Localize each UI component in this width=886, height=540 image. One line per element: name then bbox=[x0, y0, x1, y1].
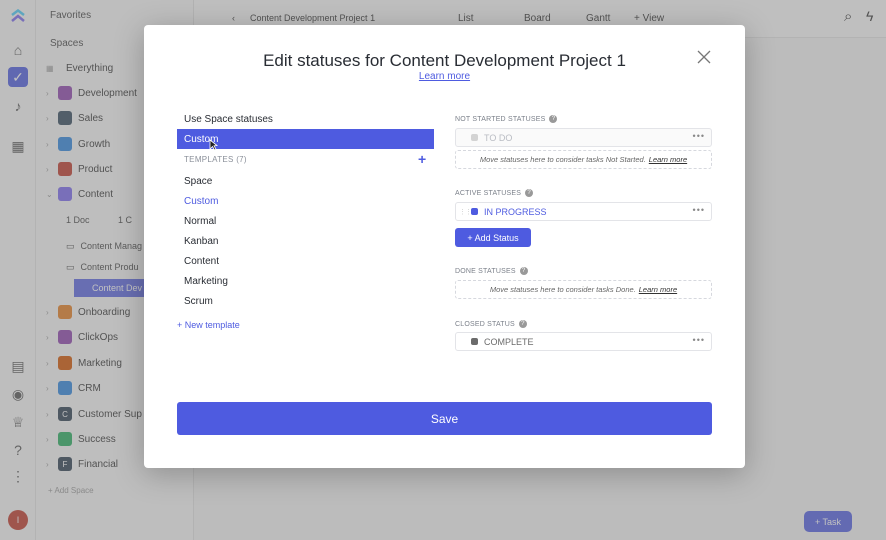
template-content[interactable]: Content bbox=[177, 251, 434, 271]
drop-zone-text: Move statuses here to consider tasks Don… bbox=[489, 285, 636, 294]
active-title-text: ACTIVE STATUSES bbox=[455, 189, 522, 197]
close-icon[interactable] bbox=[696, 49, 712, 65]
status-color-swatch[interactable] bbox=[471, 338, 478, 345]
done-section-title: DONE STATUSES ? bbox=[455, 267, 528, 275]
new-template-link[interactable]: + New template bbox=[177, 320, 240, 330]
help-icon[interactable]: ? bbox=[518, 320, 527, 328]
template-kanban[interactable]: Kanban bbox=[177, 231, 434, 251]
status-name[interactable]: TO DO bbox=[484, 133, 512, 143]
template-space[interactable]: Space bbox=[177, 171, 434, 191]
template-marketing[interactable]: Marketing bbox=[177, 271, 434, 291]
use-space-statuses-option[interactable]: Use Space statuses bbox=[177, 109, 434, 129]
template-normal[interactable]: Normal bbox=[177, 211, 434, 231]
add-template-icon[interactable]: + bbox=[418, 151, 426, 167]
help-icon[interactable]: ? bbox=[519, 267, 528, 275]
status-color-swatch[interactable] bbox=[471, 208, 478, 215]
modal-title: Edit statuses for Content Development Pr… bbox=[263, 51, 626, 70]
closed-title-text: CLOSED STATUS bbox=[455, 320, 515, 328]
template-custom[interactable]: Custom bbox=[177, 191, 434, 211]
status-name[interactable]: IN PROGRESS bbox=[484, 207, 547, 217]
learn-more-link[interactable]: Learn more bbox=[649, 155, 687, 164]
drop-zone-text: Move statuses here to consider tasks Not… bbox=[479, 155, 646, 164]
status-complete[interactable]: COMPLETE ••• bbox=[455, 332, 712, 351]
help-icon[interactable]: ? bbox=[549, 115, 558, 123]
active-section-title: ACTIVE STATUSES ? bbox=[455, 189, 534, 197]
done-drop-zone[interactable]: Move statuses here to consider tasks Don… bbox=[455, 280, 712, 299]
not-started-title-text: NOT STARTED STATUSES bbox=[455, 115, 546, 123]
edit-statuses-modal: Edit statuses for Content Development Pr… bbox=[144, 25, 745, 468]
templates-header: TEMPLATES (7) bbox=[184, 155, 247, 164]
status-color-swatch[interactable] bbox=[471, 134, 478, 141]
status-name[interactable]: COMPLETE bbox=[484, 337, 534, 347]
more-options-icon[interactable]: ••• bbox=[693, 131, 705, 141]
template-scrum[interactable]: Scrum bbox=[177, 291, 434, 311]
learn-more-link[interactable]: Learn more bbox=[639, 285, 677, 294]
help-icon[interactable]: ? bbox=[525, 189, 534, 197]
more-options-icon[interactable]: ••• bbox=[693, 335, 705, 345]
status-in-progress[interactable]: ⋮⋮ IN PROGRESS ••• bbox=[455, 202, 712, 221]
save-button[interactable]: Save bbox=[177, 402, 712, 435]
more-options-icon[interactable]: ••• bbox=[693, 205, 705, 215]
closed-section-title: CLOSED STATUS ? bbox=[455, 320, 527, 328]
done-title-text: DONE STATUSES bbox=[455, 267, 516, 275]
not-started-section-title: NOT STARTED STATUSES ? bbox=[455, 115, 558, 123]
drag-handle-icon[interactable]: ⋮⋮ bbox=[459, 208, 472, 216]
learn-more-link[interactable]: Learn more bbox=[144, 71, 745, 82]
not-started-drop-zone[interactable]: Move statuses here to consider tasks Not… bbox=[455, 150, 712, 169]
status-todo[interactable]: TO DO ••• bbox=[455, 128, 712, 147]
mouse-cursor-icon bbox=[209, 139, 218, 151]
add-status-button[interactable]: + Add Status bbox=[455, 228, 531, 247]
